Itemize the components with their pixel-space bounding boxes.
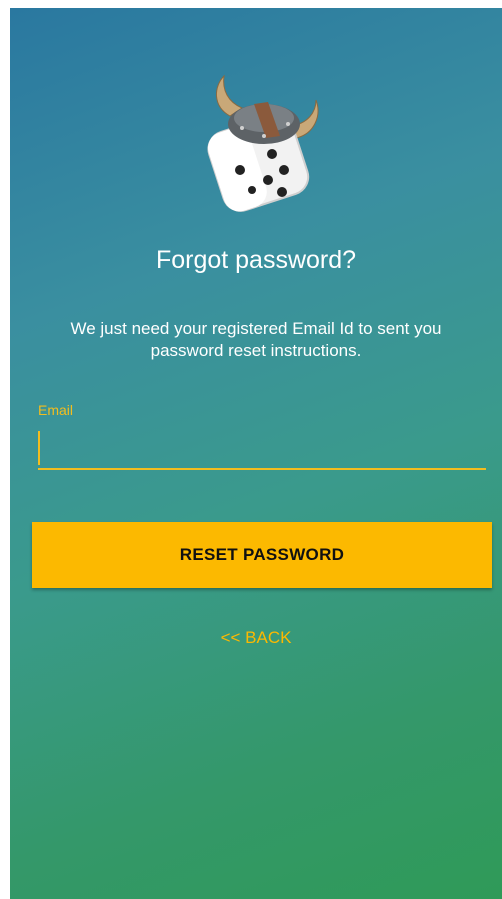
viking-dice-icon xyxy=(207,74,319,212)
email-label: Email xyxy=(38,402,74,418)
text-cursor xyxy=(38,431,40,465)
instructions-text: We just need your registered Email Id to… xyxy=(70,319,442,360)
back-link[interactable]: << BACK xyxy=(10,628,502,648)
forgot-password-screen: Forgot password? We just need your regis… xyxy=(10,8,502,899)
page-title: Forgot password? xyxy=(155,246,357,274)
reset-password-button[interactable]: RESET PASSWORD xyxy=(32,522,492,588)
email-field[interactable] xyxy=(38,426,486,470)
